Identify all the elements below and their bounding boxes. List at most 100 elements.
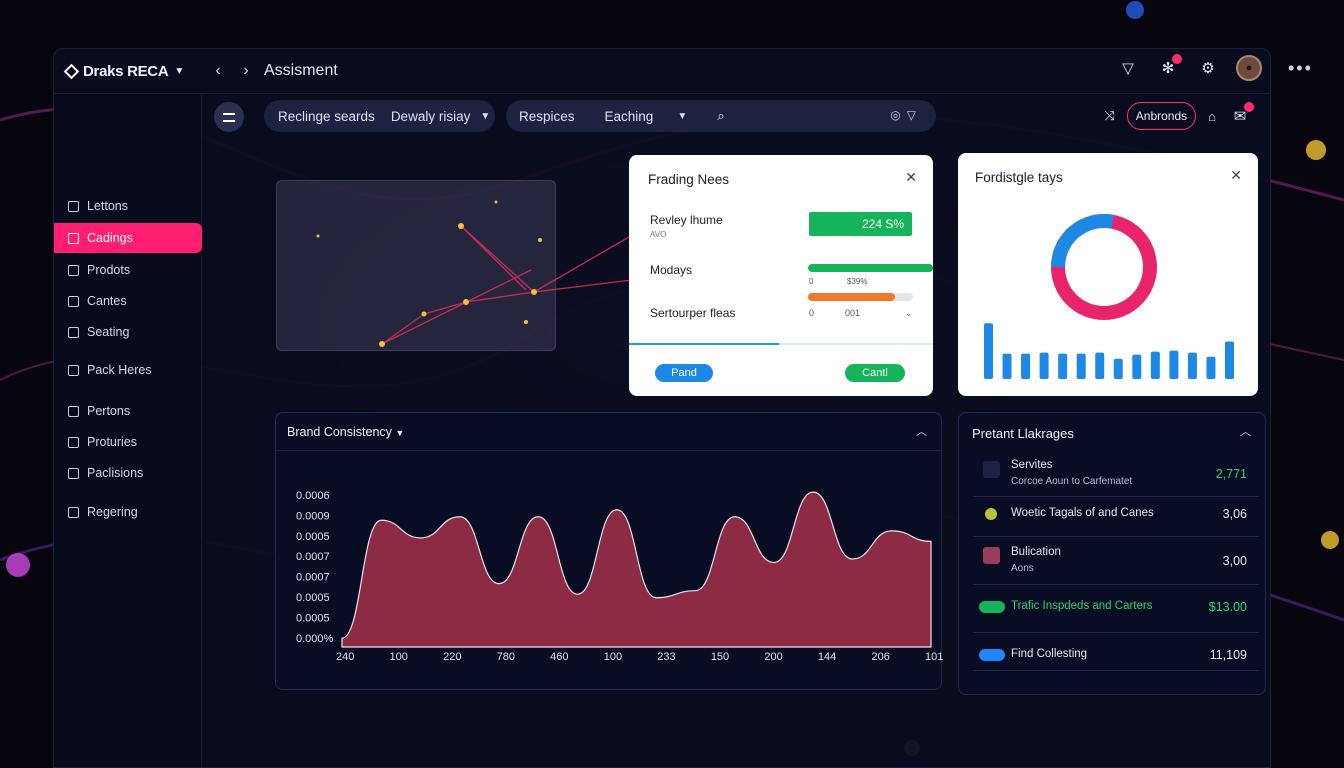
search-bar[interactable]: Respices Eaching ▼ ⌕ ◎▽ <box>506 100 936 132</box>
notification-badge <box>1172 54 1182 64</box>
list-item-value: 2,771 <box>1215 467 1247 481</box>
sidebar-item-pertons[interactable]: Pertons <box>54 396 202 426</box>
chevron-down-icon[interactable]: ⌄ <box>905 308 913 319</box>
mini-bar <box>1039 352 1049 379</box>
settings-gear-icon[interactable]: ⚙ <box>1196 56 1220 80</box>
network-node <box>494 200 498 204</box>
list-item-value: 3,00 <box>1222 554 1247 568</box>
area-chart: 0.0006 0.0009 0.0005 0.0007 0.0007 0.0005 0.00… <box>296 490 943 663</box>
sidebar-item-paclisions[interactable]: Paclisions <box>54 458 202 488</box>
list-item[interactable]: Servites Corcoe Aoun to Carfematet 2,771 <box>973 453 1259 497</box>
panel-title-text: Brand Consistency <box>287 425 392 439</box>
avatar[interactable]: ● <box>1236 55 1262 81</box>
list-item[interactable]: Trafic Inspdeds and Carters $13.00 <box>973 585 1259 633</box>
music-note-icon <box>68 364 79 376</box>
network-node <box>421 311 427 317</box>
sidebar-item-regering[interactable]: Regering <box>54 497 202 527</box>
cantl-button[interactable]: Cantl <box>845 364 905 382</box>
mini-bar <box>1169 350 1179 379</box>
close-icon[interactable]: ✕ <box>1230 167 1242 184</box>
x-tick-label: 460 <box>550 651 568 663</box>
sidebar-item-lettons[interactable]: Lettons <box>54 191 202 221</box>
x-tick-label: 100 <box>604 651 622 663</box>
user-icon <box>68 264 79 276</box>
network-node <box>531 289 537 295</box>
sidebar-item-pack-heres[interactable]: Pack Heres <box>54 355 202 385</box>
row-label: Modays <box>650 263 693 277</box>
back-arrow-icon[interactable]: ‹ <box>206 62 230 80</box>
brand[interactable]: Draks RECA ▼ <box>54 63 202 80</box>
sidebar-item-label: Regering <box>87 505 138 519</box>
x-tick-label: 150 <box>711 651 729 663</box>
sidebar-item-label: Proturies <box>87 435 138 449</box>
sidebar-item-label: Cantes <box>87 294 127 308</box>
folder-icon <box>68 405 79 417</box>
shuffle-icon[interactable]: ⤨ <box>1104 108 1114 124</box>
menu-button[interactable] <box>214 102 244 132</box>
x-tick-label: 780 <box>497 651 515 663</box>
sidebar-item-seating[interactable]: Seating <box>54 317 202 347</box>
grid-icon <box>68 232 79 244</box>
row-sub: AVO <box>650 230 667 239</box>
panel-title[interactable]: Brand Consistency ▼ <box>287 425 404 439</box>
clock-icon[interactable]: ◎ <box>890 108 906 122</box>
list-item[interactable]: Find Collesting 11,109 <box>973 633 1259 671</box>
y-tick-label: 0.0005 <box>296 531 330 543</box>
sidebar-item-cantes[interactable]: Cantes <box>54 286 202 316</box>
network-node <box>538 238 542 242</box>
list-item-label: Find Collesting <box>1011 648 1088 660</box>
panel-title: Pretant Llakrages <box>972 426 1074 441</box>
y-tick-label: 0.000% <box>296 633 334 645</box>
view-selector[interactable]: Reclinge seards Dewaly risiay ▼ <box>264 100 495 132</box>
range-min: 0 <box>809 308 815 318</box>
sidebar-item-label: Prodots <box>87 263 131 277</box>
sidebar-item-label: Seating <box>87 325 130 339</box>
color-swatch <box>983 547 1000 564</box>
pand-button[interactable]: Pand <box>655 364 713 382</box>
search-filter-dropdown[interactable]: Eaching <box>605 109 654 124</box>
app-window: Draks RECA ▼ ‹ › Assisment ▽ ✻ ⚙ ● Letto… <box>53 48 1271 768</box>
y-tick-label: 0.0007 <box>296 572 330 584</box>
x-tick-label: 240 <box>336 651 354 663</box>
top-right-actions: ▽ ✻ ⚙ ● <box>1116 54 1262 81</box>
filter-heart-icon[interactable]: ▽ <box>1116 56 1140 80</box>
list-icon <box>68 295 79 307</box>
y-tick-label: 0.0009 <box>296 510 330 522</box>
sidebar-item-cadings[interactable]: Cadings <box>54 223 202 253</box>
chat-icon[interactable]: ✉ <box>1228 102 1254 128</box>
close-icon[interactable]: ✕ <box>905 169 917 186</box>
more-options-icon[interactable]: ••• <box>1288 58 1313 79</box>
home-icon[interactable]: ⌂ <box>1208 109 1216 124</box>
sidebar-item-proturies[interactable]: Proturies <box>54 427 202 457</box>
list-item[interactable]: Bulication Aons 3,00 <box>973 537 1259 585</box>
progress-min: 0 <box>809 277 814 286</box>
chat-badge <box>1244 102 1254 112</box>
clipboard-icon <box>68 467 79 479</box>
x-tick-label: 144 <box>818 651 836 663</box>
range-value: 001 <box>845 308 861 318</box>
filter-icon[interactable]: ▽ <box>907 108 922 122</box>
x-tick-label: 233 <box>657 651 675 663</box>
list-item[interactable]: Woetic Tagals of and Canes 3,06 <box>973 497 1259 537</box>
search-icon[interactable]: ⌕ <box>717 108 725 124</box>
search-tools: ◎▽ <box>890 108 922 122</box>
list-item-label: Servites <box>1011 459 1053 471</box>
chevron-up-icon[interactable]: ︿ <box>1240 423 1251 439</box>
x-tick-label: 220 <box>443 651 461 663</box>
sidebar-item-label: Cadings <box>87 231 133 245</box>
y-tick-label: 0.0006 <box>296 490 330 502</box>
chevron-up-icon[interactable]: ︿ <box>916 423 927 439</box>
chevron-down-icon: ▼ <box>174 65 184 77</box>
x-tick-label: 206 <box>871 651 889 663</box>
x-tick-label: 1010 <box>925 651 943 663</box>
y-tick-label: 0.0005 <box>296 612 330 624</box>
list-item-sub: Corcoe Aoun to Carfematet <box>1011 476 1133 487</box>
green-progress-bar <box>808 264 933 272</box>
toolbar-right: ⤨ Anbronds ⌂ ✉ <box>1104 102 1254 130</box>
chevron-down-icon: ▼ <box>480 110 491 122</box>
sidebar-item-prodots[interactable]: Prodots <box>54 255 202 285</box>
chevron-down-icon: ▼ <box>677 110 688 122</box>
notifications-icon[interactable]: ✻ <box>1156 54 1182 80</box>
anbronds-chip[interactable]: Anbronds <box>1126 102 1197 130</box>
forward-arrow-icon[interactable]: › <box>234 62 258 80</box>
